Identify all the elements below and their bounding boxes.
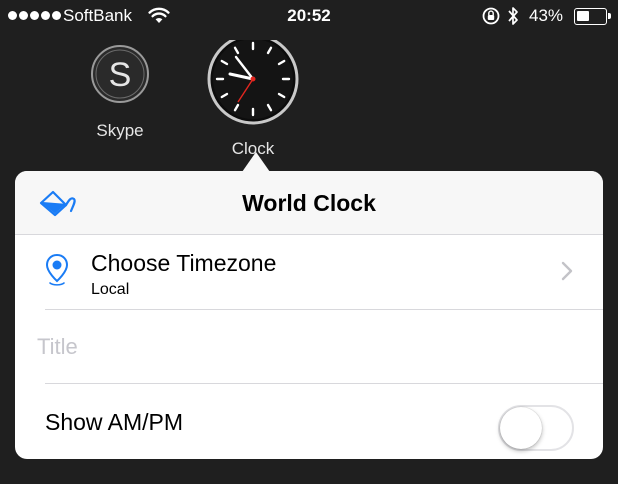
app-skype[interactable]: S Skype — [86, 44, 154, 141]
title-input[interactable] — [37, 331, 557, 363]
svg-text:S: S — [109, 56, 132, 94]
popover-title: World Clock — [242, 190, 376, 216]
chevron-right-icon — [560, 260, 574, 287]
battery-percent: 43% — [529, 6, 564, 25]
world-clock-popover: World Clock Choose Timezone Local Show A… — [15, 171, 603, 459]
clock-icon — [206, 33, 300, 134]
show-ampm-toggle[interactable] — [498, 405, 574, 451]
show-ampm-label: Show AM/PM — [45, 409, 184, 435]
battery-icon — [574, 8, 611, 25]
choose-timezone-label: Choose Timezone — [91, 250, 277, 276]
popover-arrow — [242, 152, 270, 172]
timezone-value: Local — [91, 281, 130, 298]
battery-level — [577, 11, 589, 21]
status-time: 20:52 — [287, 6, 331, 25]
app-clock[interactable]: Clock — [206, 33, 300, 159]
choose-timezone-row[interactable]: Choose Timezone Local — [15, 235, 603, 309]
toggle-knob — [500, 407, 542, 449]
location-pin-icon — [44, 253, 70, 292]
bluetooth-icon — [506, 5, 520, 32]
skype-icon: S — [90, 44, 150, 104]
title-row — [15, 309, 603, 383]
rotation-lock-icon — [481, 6, 501, 31]
popover-header: World Clock — [15, 171, 603, 235]
app-label-skype: Skype — [96, 121, 144, 140]
show-ampm-row: Show AM/PM — [15, 383, 603, 459]
status-bar: SoftBank 20:52 43% — [0, 0, 618, 32]
